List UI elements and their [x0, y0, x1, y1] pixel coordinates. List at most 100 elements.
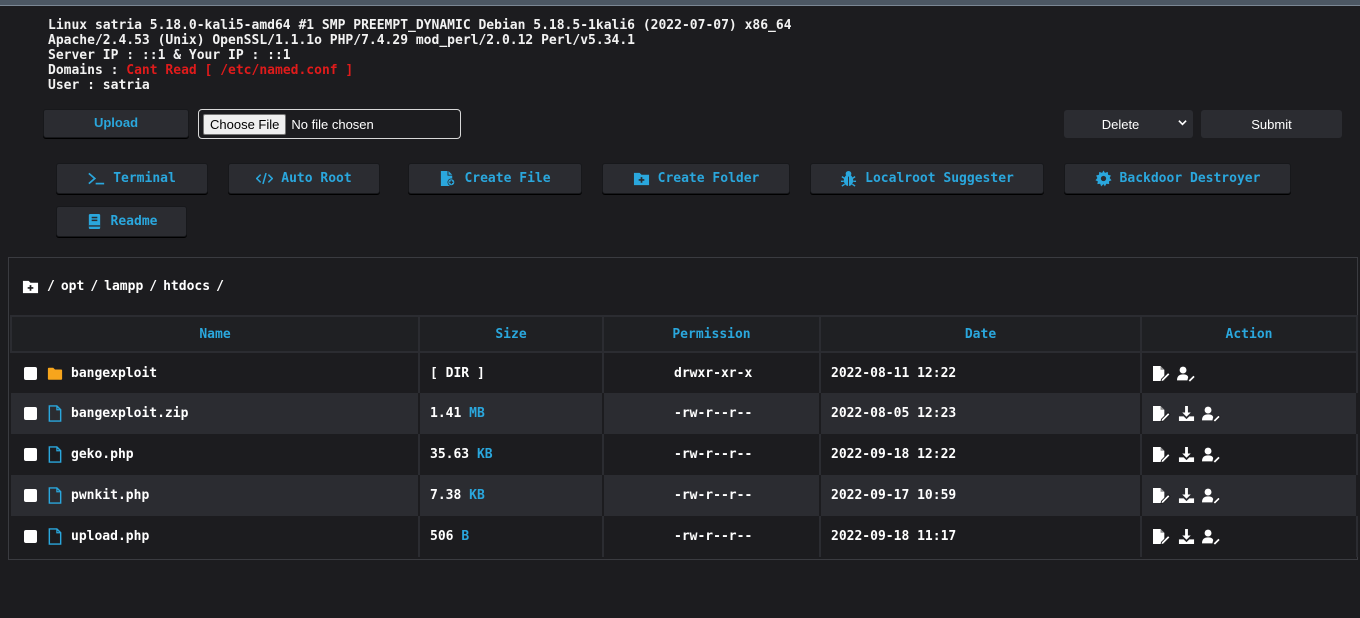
- size-cell: 35.63 KB: [419, 434, 604, 475]
- row-checkbox[interactable]: [24, 530, 37, 543]
- folder-plus-icon[interactable]: [22, 278, 39, 295]
- file-name-link[interactable]: geko.php: [71, 447, 134, 462]
- download-icon[interactable]: [1177, 528, 1196, 545]
- size-unit: KB: [476, 447, 493, 462]
- create-folder-button[interactable]: Create Folder: [602, 163, 790, 194]
- row-checkbox[interactable]: [24, 366, 37, 380]
- create-file-label: Create File: [464, 171, 551, 186]
- name-cell: bangexploit: [11, 352, 420, 393]
- size-value: 7.38: [430, 488, 462, 503]
- permission-cell: drwxr-xr-x: [603, 352, 821, 393]
- edit-file-icon[interactable]: [1152, 528, 1171, 545]
- date-cell: 2022-08-05 12:23: [820, 393, 1142, 434]
- auto-root-button[interactable]: Auto Root: [228, 163, 380, 194]
- bulk-action-select[interactable]: Delete: [1064, 110, 1193, 138]
- file-icon: [48, 487, 62, 504]
- size-cell: [ DIR ]: [419, 352, 604, 393]
- permission-value[interactable]: -rw-r--r--: [674, 529, 752, 544]
- size-value: 506: [430, 529, 454, 544]
- size-cell: 1.41 MB: [419, 393, 604, 434]
- column-header-permission: Permission: [602, 315, 821, 353]
- file-icon: [48, 528, 62, 545]
- code-icon: [256, 172, 274, 185]
- domains-line: Domains : Cant Read [ /etc/named.conf ]: [48, 63, 792, 78]
- auto-root-label: Auto Root: [281, 171, 352, 186]
- file-table: Name Size Permission Date Action bangexp…: [10, 315, 1358, 557]
- user-edit-icon[interactable]: [1202, 405, 1221, 422]
- date-cell: 2022-08-11 12:22: [820, 352, 1142, 393]
- system-info: Linux satria 5.18.0-kali5-amd64 #1 SMP P…: [48, 18, 792, 93]
- user-edit-icon[interactable]: [1202, 528, 1221, 545]
- date-cell: 2022-09-17 10:59: [820, 475, 1142, 516]
- permission-value[interactable]: -rw-r--r--: [674, 406, 752, 421]
- download-icon[interactable]: [1177, 446, 1196, 463]
- localroot-label: Localroot Suggester: [865, 171, 1014, 186]
- create-file-button[interactable]: Create File: [408, 163, 582, 194]
- bulk-action-value: Delete: [1101, 116, 1140, 132]
- date-value: 2022-09-18 12:22: [831, 447, 957, 462]
- choose-file-button[interactable]: Choose File: [203, 113, 287, 135]
- date-value: 2022-08-11 12:22: [831, 365, 957, 381]
- row-checkbox[interactable]: [24, 448, 37, 461]
- download-icon[interactable]: [1177, 405, 1196, 422]
- upload-button[interactable]: Upload: [43, 109, 189, 138]
- name-cell: geko.php: [11, 434, 420, 475]
- action-cell: [1141, 352, 1358, 393]
- user-edit-icon[interactable]: [1202, 487, 1221, 504]
- chevron-down-icon: [1178, 120, 1187, 126]
- edit-file-icon[interactable]: [1152, 446, 1171, 463]
- table-row: bangexploit.zip 1.41 MB -rw-r--r-- 2022-08-…: [11, 393, 1358, 434]
- backdoor-label: Backdoor Destroyer: [1119, 171, 1261, 186]
- file-name-link[interactable]: bangexploit: [71, 366, 157, 381]
- date-cell: 2022-09-18 12:22: [820, 434, 1142, 475]
- user-line: User : satria: [48, 78, 150, 93]
- ip-line: Server IP : ::1 & Your IP : ::1: [48, 48, 291, 63]
- row-checkbox[interactable]: [24, 489, 37, 502]
- terminal-icon: [88, 172, 105, 185]
- terminal-button[interactable]: Terminal: [56, 163, 208, 194]
- localroot-suggester-button[interactable]: Localroot Suggester: [810, 163, 1044, 194]
- size-unit: B: [461, 529, 470, 544]
- size-cell: 506 B: [419, 516, 604, 557]
- edit-file-icon[interactable]: [1152, 405, 1171, 422]
- file-name-link[interactable]: bangexploit.zip: [71, 406, 188, 421]
- permission-value[interactable]: -rw-r--r--: [674, 488, 752, 503]
- permission-cell: -rw-r--r--: [603, 516, 821, 557]
- breadcrumb-htdocs[interactable]: htdocs: [163, 279, 210, 294]
- action-cell: [1141, 475, 1358, 516]
- file-chooser[interactable]: Choose File No file chosen: [198, 109, 461, 139]
- size-unit: KB: [469, 488, 485, 503]
- date-value: 2022-08-05 12:23: [831, 406, 957, 421]
- name-cell: bangexploit.zip: [11, 393, 420, 434]
- edit-file-icon[interactable]: [1152, 365, 1171, 382]
- user-edit-icon[interactable]: [1202, 446, 1221, 463]
- user-edit-icon[interactable]: [1177, 365, 1196, 382]
- breadcrumb-opt[interactable]: opt: [61, 279, 84, 294]
- permission-value[interactable]: drwxr-xr-x: [674, 366, 752, 381]
- file-name-link[interactable]: upload.php: [71, 529, 149, 544]
- readme-label: Readme: [110, 214, 158, 229]
- breadcrumb-sep: /: [149, 279, 158, 294]
- readme-button[interactable]: Readme: [56, 206, 187, 237]
- row-checkbox[interactable]: [24, 407, 37, 420]
- book-icon: [88, 213, 100, 230]
- backdoor-destroyer-button[interactable]: Backdoor Destroyer: [1064, 163, 1291, 194]
- domains-label: Domains :: [48, 63, 127, 78]
- column-header-date: Date: [819, 315, 1142, 353]
- uname-line: Linux satria 5.18.0-kali5-amd64 #1 SMP P…: [48, 18, 792, 33]
- breadcrumb-lampp[interactable]: lampp: [104, 279, 143, 294]
- permission-value[interactable]: -rw-r--r--: [674, 447, 752, 462]
- permission-cell: -rw-r--r--: [603, 393, 821, 434]
- top-bar: [0, 0, 1360, 6]
- table-row: upload.php 506 B -rw-r--r-- 2022-09-18 11:1…: [11, 516, 1358, 557]
- download-icon[interactable]: [1177, 487, 1196, 504]
- size-value: 35.63: [430, 447, 470, 462]
- permission-cell: -rw-r--r--: [603, 475, 821, 516]
- file-icon: [48, 446, 62, 463]
- action-cell: [1141, 393, 1358, 434]
- file-name-link[interactable]: pwnkit.php: [71, 488, 149, 503]
- edit-file-icon[interactable]: [1152, 487, 1171, 504]
- create-folder-label: Create Folder: [657, 171, 760, 186]
- submit-button[interactable]: Submit: [1201, 110, 1342, 138]
- file-manager-panel: / opt / lampp / htdocs / Name Size Permi…: [8, 257, 1358, 560]
